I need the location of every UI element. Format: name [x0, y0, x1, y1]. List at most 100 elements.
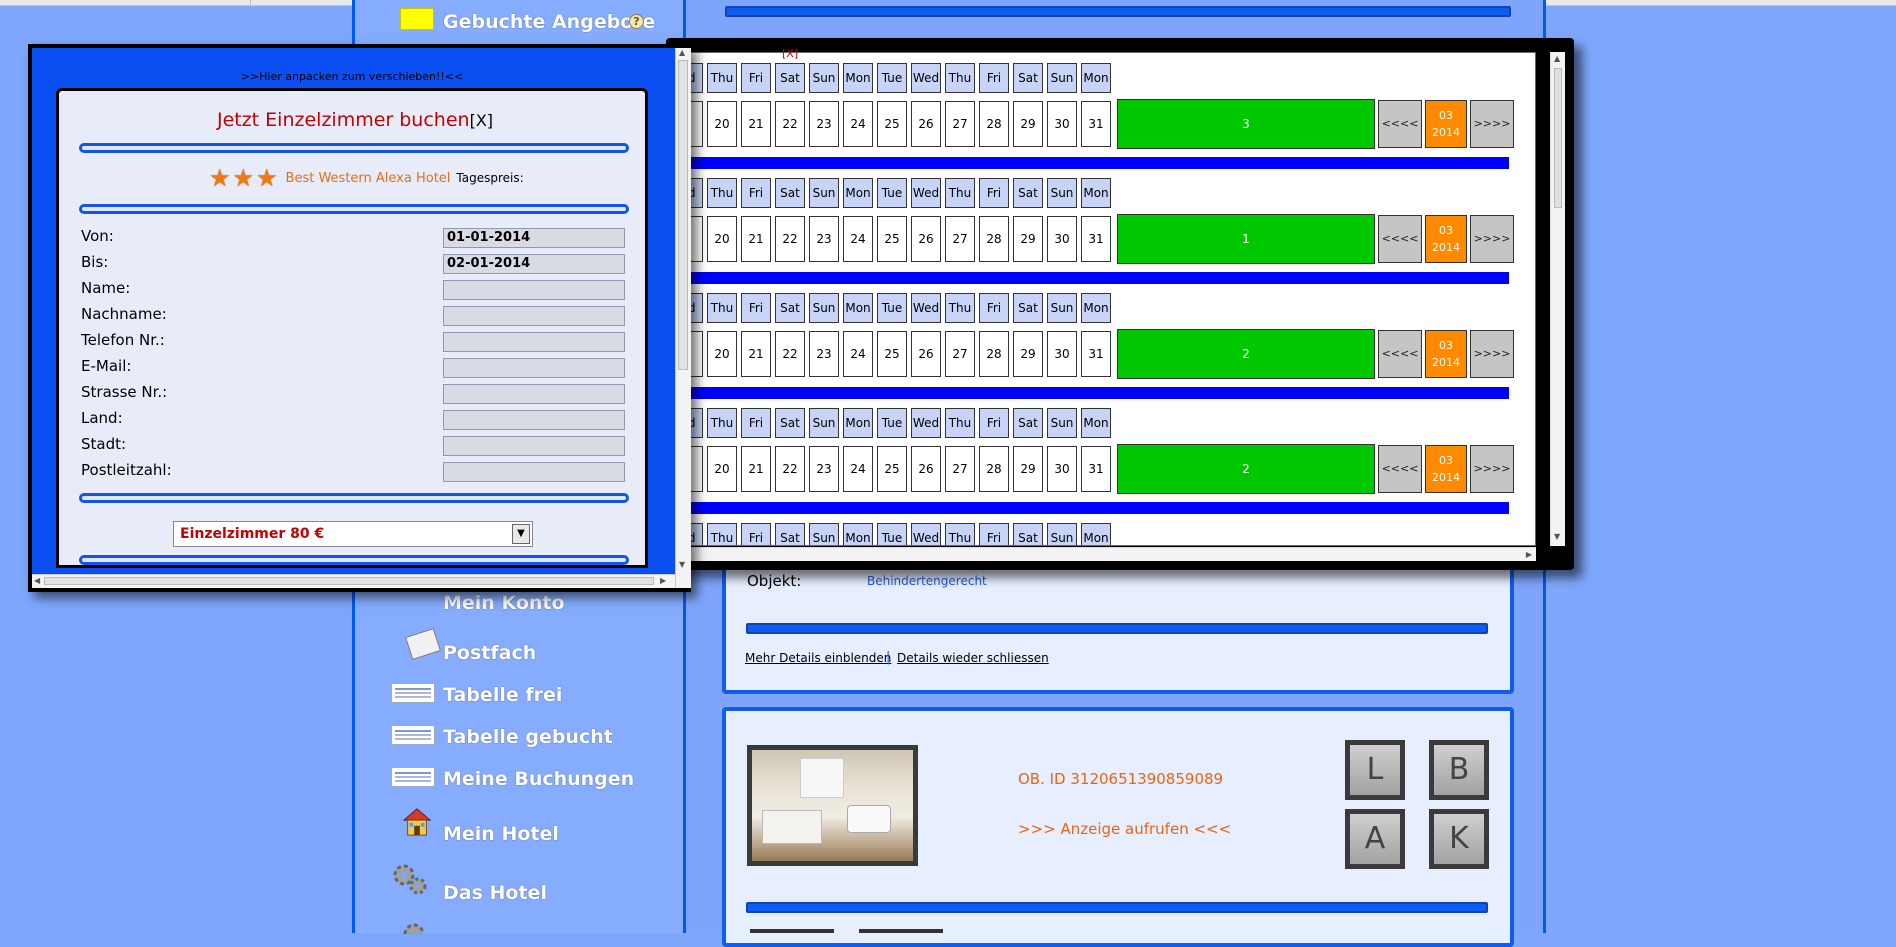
button-k[interactable]: K: [1429, 809, 1489, 869]
chevron-down-icon[interactable]: ▼: [512, 524, 530, 544]
day-cell[interactable]: 21: [741, 101, 771, 147]
current-month-button[interactable]: 03 2014: [1425, 215, 1467, 263]
availability-bar[interactable]: 2: [1117, 444, 1375, 494]
form-input[interactable]: [443, 280, 625, 300]
hotel-name-link[interactable]: Best Western Alexa Hotel: [286, 171, 451, 186]
day-cell[interactable]: 31: [1081, 331, 1111, 377]
day-cell[interactable]: 21: [741, 446, 771, 492]
day-cell[interactable]: 26: [911, 331, 941, 377]
form-input[interactable]: [443, 358, 625, 378]
nav-meine-buchungen[interactable]: Meine Buchungen: [443, 768, 634, 790]
day-cell[interactable]: 20: [707, 331, 737, 377]
form-input[interactable]: [443, 306, 625, 326]
day-cell[interactable]: 26: [911, 101, 941, 147]
nav-das-hotel[interactable]: Das Hotel: [443, 882, 547, 904]
day-cell[interactable]: 21: [741, 216, 771, 262]
prev-month-button[interactable]: <<<<: [1378, 445, 1422, 493]
day-cell[interactable]: 28: [979, 101, 1009, 147]
day-cell[interactable]: 29: [1013, 446, 1043, 492]
prev-month-button[interactable]: <<<<: [1378, 100, 1422, 148]
booking-close-button[interactable]: [X]: [470, 111, 493, 130]
details-schliessen-link[interactable]: Details wieder schliessen: [897, 651, 1049, 665]
nav-mein-hotel[interactable]: Mein Hotel: [443, 823, 559, 845]
day-cell[interactable]: 20: [707, 101, 737, 147]
day-cell[interactable]: 26: [911, 446, 941, 492]
availability-bar[interactable]: 3: [1117, 99, 1375, 149]
day-cell[interactable]: 25: [877, 446, 907, 492]
day-cell[interactable]: 25: [877, 101, 907, 147]
next-month-button[interactable]: >>>>: [1470, 100, 1514, 148]
nav-postfach[interactable]: Postfach: [443, 642, 536, 664]
nav-mein-konto[interactable]: Mein Konto: [443, 592, 565, 614]
day-cell[interactable]: 24: [843, 331, 873, 377]
day-cell[interactable]: 27: [945, 331, 975, 377]
booking-scrollbar-horizontal[interactable]: ◀ ▶: [32, 574, 675, 588]
availability-bar[interactable]: 1: [1117, 214, 1375, 264]
room-photo[interactable]: [747, 745, 918, 866]
nav-gebuchte-angebote[interactable]: Gebuchte Angebote: [443, 11, 655, 33]
day-cell[interactable]: 30: [1047, 216, 1077, 262]
help-icon[interactable]: ?: [629, 14, 644, 29]
prev-month-button[interactable]: <<<<: [1378, 215, 1422, 263]
day-cell[interactable]: 22: [775, 331, 805, 377]
form-input[interactable]: 01-01-2014: [443, 228, 625, 248]
next-month-button[interactable]: >>>>: [1470, 445, 1514, 493]
day-cell[interactable]: 21: [741, 331, 771, 377]
day-cell[interactable]: 31: [1081, 101, 1111, 147]
day-cell[interactable]: 20: [707, 446, 737, 492]
form-input[interactable]: [443, 436, 625, 456]
form-input[interactable]: 02-01-2014: [443, 254, 625, 274]
day-cell[interactable]: 28: [979, 216, 1009, 262]
day-cell[interactable]: 22: [775, 216, 805, 262]
button-a[interactable]: A: [1345, 809, 1405, 869]
form-input[interactable]: [443, 384, 625, 404]
button-l[interactable]: L: [1345, 740, 1405, 800]
button-b[interactable]: B: [1429, 740, 1489, 800]
anzeige-aufrufen-link[interactable]: >>> Anzeige aufrufen <<<: [1018, 820, 1231, 838]
day-cell[interactable]: 28: [979, 331, 1009, 377]
day-cell[interactable]: 23: [809, 446, 839, 492]
prev-month-button[interactable]: <<<<: [1378, 330, 1422, 378]
day-cell[interactable]: 28: [979, 446, 1009, 492]
day-cell[interactable]: 23: [809, 101, 839, 147]
nav-tabelle-gebucht[interactable]: Tabelle gebucht: [443, 726, 613, 748]
current-month-button[interactable]: 03 2014: [1425, 100, 1467, 148]
next-month-button[interactable]: >>>>: [1470, 330, 1514, 378]
day-cell[interactable]: 24: [843, 101, 873, 147]
form-input[interactable]: [443, 462, 625, 482]
calendar-scrollbar-vertical[interactable]: ▲ ▼: [1550, 52, 1565, 546]
day-cell[interactable]: 20: [707, 216, 737, 262]
day-cell[interactable]: 26: [911, 216, 941, 262]
day-cell[interactable]: 29: [1013, 216, 1043, 262]
day-cell[interactable]: 25: [877, 216, 907, 262]
nav-tabelle-frei[interactable]: Tabelle frei: [443, 684, 562, 706]
day-cell[interactable]: 29: [1013, 331, 1043, 377]
day-cell[interactable]: 24: [843, 446, 873, 492]
next-month-button[interactable]: >>>>: [1470, 215, 1514, 263]
day-cell[interactable]: 23: [809, 331, 839, 377]
availability-bar[interactable]: 2: [1117, 329, 1375, 379]
calendar-scrollbar-horizontal[interactable]: ▶: [688, 547, 1536, 561]
room-type-select[interactable]: Einzelzimmer 80 € ▼: [173, 521, 533, 547]
current-month-button[interactable]: 03 2014: [1425, 330, 1467, 378]
current-month-button[interactable]: 03 2014: [1425, 445, 1467, 493]
day-cell[interactable]: 23: [809, 216, 839, 262]
day-cell[interactable]: 27: [945, 446, 975, 492]
day-cell[interactable]: 27: [945, 101, 975, 147]
day-cell[interactable]: 31: [1081, 216, 1111, 262]
day-cell[interactable]: 31: [1081, 446, 1111, 492]
day-cell[interactable]: 27: [945, 216, 975, 262]
day-cell[interactable]: 25: [877, 331, 907, 377]
day-cell[interactable]: 29: [1013, 101, 1043, 147]
day-cell[interactable]: 30: [1047, 101, 1077, 147]
form-input[interactable]: [443, 332, 625, 352]
day-cell[interactable]: 30: [1047, 331, 1077, 377]
day-cell[interactable]: 30: [1047, 446, 1077, 492]
day-cell[interactable]: 22: [775, 101, 805, 147]
form-input[interactable]: [443, 410, 625, 430]
drag-handle[interactable]: >>Hier anpacken zum verschieben!!<<: [32, 70, 672, 83]
booking-scrollbar-vertical[interactable]: ▲ ▼: [675, 48, 691, 588]
day-cell[interactable]: 22: [775, 446, 805, 492]
day-cell[interactable]: 24: [843, 216, 873, 262]
mehr-details-link[interactable]: Mehr Details einblenden: [745, 651, 891, 665]
